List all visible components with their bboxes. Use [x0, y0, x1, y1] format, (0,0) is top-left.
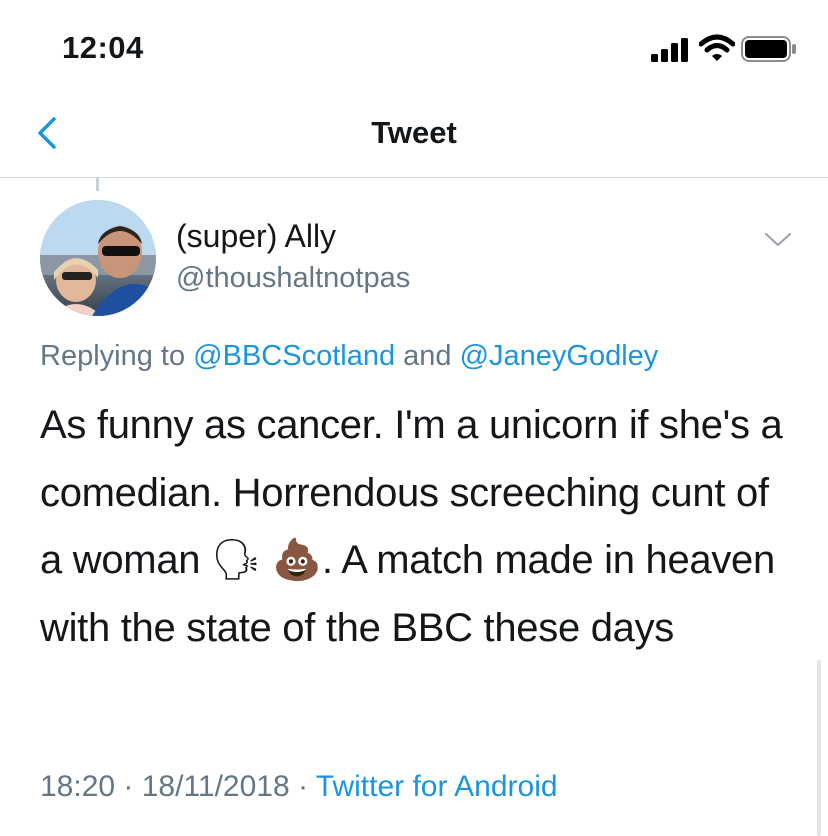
mention-link-bbcscotland[interactable]: @BBCScotland — [193, 340, 395, 372]
battery-icon — [741, 36, 796, 62]
scrollbar[interactable] — [817, 660, 821, 836]
navigation-bar: Tweet — [0, 95, 828, 178]
status-bar: 12:04 — [0, 0, 828, 90]
user-display-name[interactable]: (super) Ally — [176, 218, 336, 255]
cellular-signal-icon — [651, 38, 688, 62]
status-time: 12:04 — [62, 30, 144, 65]
replying-prefix: Replying to — [40, 340, 194, 372]
page-title: Tweet — [371, 115, 457, 150]
wifi-icon — [699, 34, 735, 61]
avatar[interactable] — [40, 200, 156, 316]
tweet-source-link[interactable]: Twitter for Android — [316, 770, 558, 803]
meta-separator: · — [115, 770, 142, 803]
meta-separator: · — [289, 770, 316, 803]
tweet-time: 18:20 — [40, 770, 116, 803]
tweet-text: As funny as cancer. I'm a unicorn if she… — [40, 392, 800, 662]
chevron-down-icon[interactable] — [762, 228, 794, 250]
replying-to-line: Replying to @BBCScotland and @JaneyGodle… — [40, 340, 658, 373]
pile-of-poo-emoji-icon: 💩 — [272, 538, 322, 582]
tweet-date: 18/11/2018 — [141, 770, 290, 803]
replying-joiner: and — [395, 340, 460, 372]
speaking-head-emoji-icon: 🗣 — [211, 538, 262, 582]
mention-link-janeygodley[interactable]: @JaneyGodley — [460, 340, 659, 372]
tweet-meta: 18:20 · 18/11/2018 · Twitter for Android — [40, 770, 558, 804]
avatar-photo — [40, 200, 156, 316]
user-handle[interactable]: @thoushaltnotpas — [176, 262, 410, 295]
thread-connector-line — [96, 178, 99, 191]
